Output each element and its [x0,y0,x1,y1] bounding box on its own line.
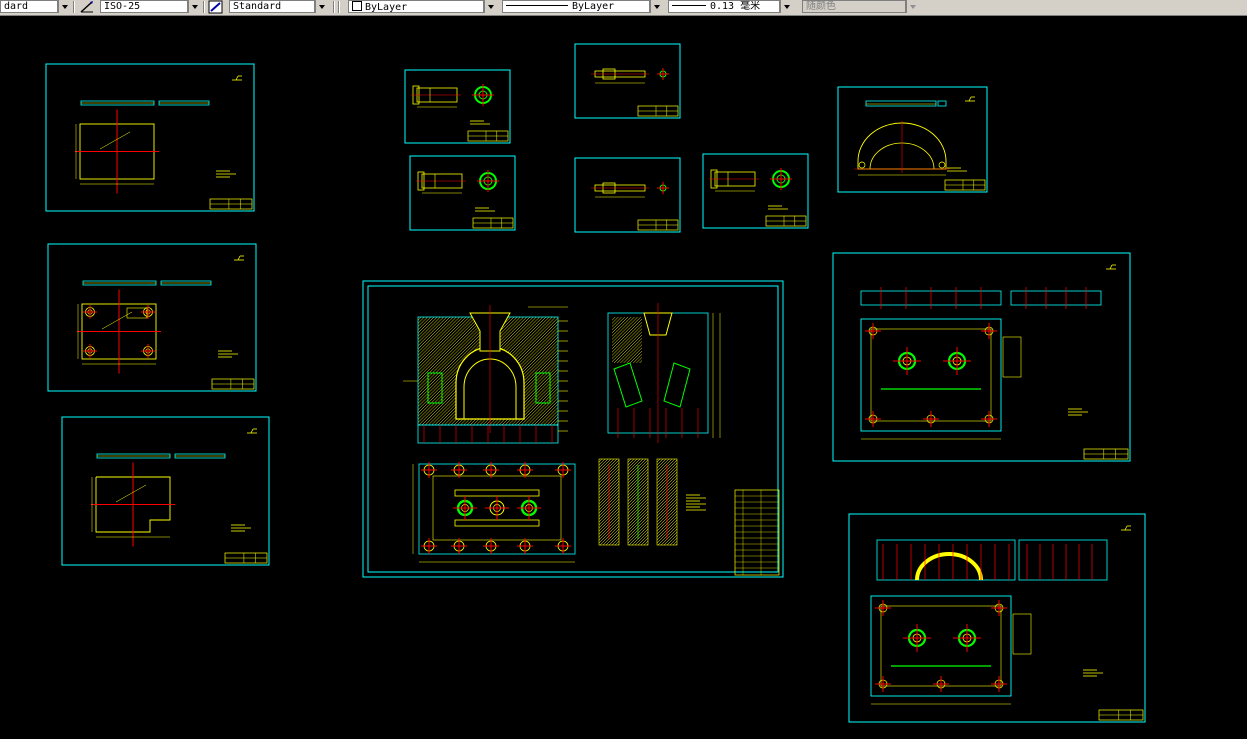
lineweight-control-value: 0.13 毫米 [710,1,761,12]
drawing-canvas[interactable] [0,15,1247,739]
linetype-control-value: ByLayer [572,1,615,12]
table-style-dropdown-arrow-icon[interactable] [315,0,327,13]
text-style-value: dard [4,1,29,12]
toolbar-separator [73,1,75,13]
dimension-style-select[interactable]: ISO-25 [100,0,188,13]
color-control-dropdown-arrow-icon[interactable] [484,0,496,13]
sheet-arch[interactable] [837,86,988,193]
sheet-pin-2[interactable] [409,155,516,231]
lineweight-control-dropdown-arrow-icon[interactable] [780,0,792,13]
text-style-select[interactable]: dard [0,0,58,13]
toolbar-separator [338,1,340,13]
sheet-plate-3[interactable] [61,416,270,566]
dimension-style-icon[interactable] [79,0,95,14]
table-style-icon[interactable] [208,0,224,14]
dimension-style-value: ISO-25 [104,1,141,12]
plot-style-control-select: 随颜色 [802,0,906,13]
sheet-pin-3[interactable] [702,153,809,229]
plot-style-control-dropdown-arrow-icon [906,0,918,13]
sheet-template-1[interactable] [832,252,1131,462]
sheet-assembly[interactable] [310,280,784,578]
properties-toolbar: dard ISO-25 Standard ByLayer ByLayer 0.1… [0,0,1247,16]
sheet-shaft-1[interactable] [574,43,681,119]
toolbar-separator [203,1,205,13]
linetype-control-dropdown-arrow-icon[interactable] [650,0,662,13]
sheet-template-2[interactable] [848,513,1146,723]
lineweight-preview-icon [672,5,706,6]
linetype-control-select[interactable]: ByLayer [502,0,650,13]
toolbar-separator [333,1,335,13]
dimension-style-dropdown-arrow-icon[interactable] [188,0,200,13]
plot-style-control-value: 随颜色 [806,1,836,12]
sheet-plate-1[interactable] [45,63,255,212]
sheet-pin-1[interactable] [404,69,511,144]
color-swatch-icon [352,1,362,11]
color-control-value: ByLayer [365,2,408,13]
table-style-select[interactable]: Standard [229,0,315,13]
color-control-select[interactable]: ByLayer [348,0,484,13]
text-style-dropdown-arrow-icon[interactable] [58,0,70,13]
table-style-value: Standard [233,1,282,12]
linetype-preview-icon [506,5,568,6]
sheet-plate-2[interactable] [47,243,257,392]
sheet-shaft-2[interactable] [574,157,681,233]
lineweight-control-select[interactable]: 0.13 毫米 [668,0,780,13]
